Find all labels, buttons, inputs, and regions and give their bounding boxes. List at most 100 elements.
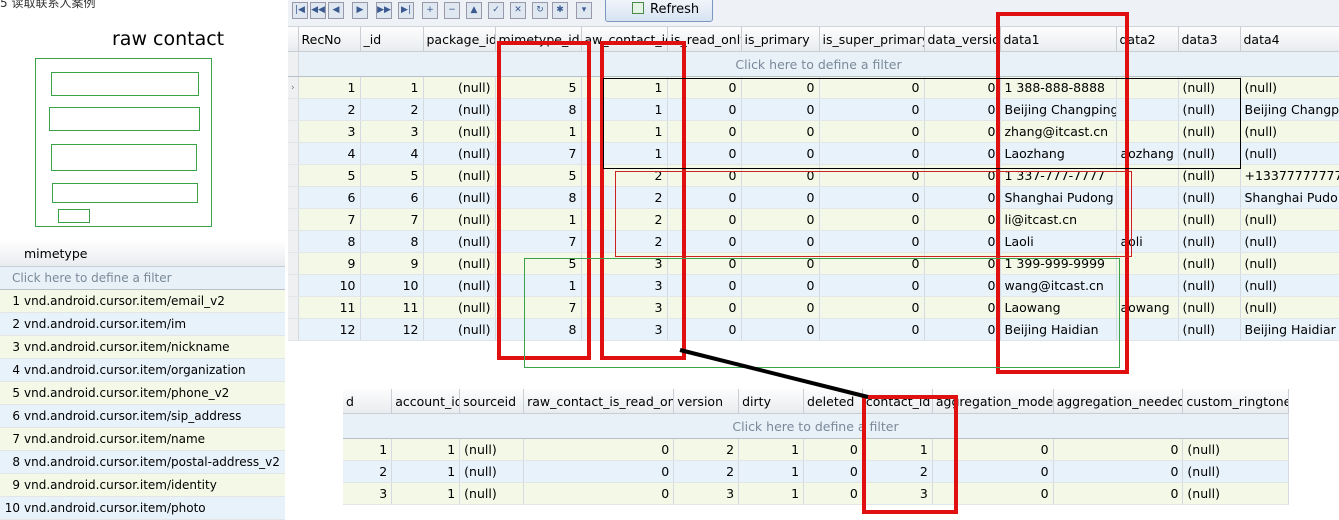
cell--id[interactable]: 7 xyxy=(360,208,424,231)
cell-data1[interactable]: Laozhang xyxy=(1000,142,1117,165)
column-header-version[interactable]: version xyxy=(673,389,740,414)
filter-row[interactable]: Click here to define a filter xyxy=(288,51,1339,77)
cell-data2[interactable] xyxy=(1116,252,1179,275)
cell-is-primary[interactable]: 0 xyxy=(741,98,820,121)
insert-record-icon[interactable]: + xyxy=(422,2,438,19)
cell-is-super-primary[interactable]: 0 xyxy=(819,318,925,341)
cell-data1[interactable]: 1 399-999-9999 xyxy=(1000,252,1117,275)
cell-RecNo[interactable]: 2 xyxy=(298,98,361,121)
cell-mimetype-id[interactable]: 5 xyxy=(495,252,582,275)
cell-is-super-primary[interactable]: 0 xyxy=(819,208,925,231)
cell-data2[interactable] xyxy=(1116,120,1179,143)
cell--id[interactable]: 1 xyxy=(360,76,424,99)
cell-is-read-only[interactable]: 0 xyxy=(667,164,742,187)
cell-raw-contact-is-read-only[interactable]: 0 xyxy=(523,460,675,483)
list-item[interactable]: 5 vnd.android.cursor.item/phone_v2 xyxy=(0,382,285,405)
cell-mimetype-id[interactable]: 1 xyxy=(495,120,582,143)
cell-aw-contact-id[interactable]: 1 xyxy=(581,76,668,99)
list-item[interactable]: 8 vnd.android.cursor.item/postal-address_… xyxy=(0,451,285,474)
cell-is-super-primary[interactable]: 0 xyxy=(819,76,925,99)
cell-data4[interactable]: (null) xyxy=(1240,142,1339,165)
cell-RecNo[interactable]: 5 xyxy=(298,164,361,187)
mimetype-filter-row[interactable]: Click here to define a filter xyxy=(0,267,285,290)
cell-aw-contact-id[interactable]: 2 xyxy=(581,208,668,231)
column-header-contact-id[interactable]: contact_id xyxy=(862,389,933,414)
column-header-aw-contact-id[interactable]: aw_contact_id xyxy=(581,27,668,52)
cell-is-super-primary[interactable]: 0 xyxy=(819,296,925,319)
cell-data3[interactable]: (null) xyxy=(1178,98,1241,121)
cell--id[interactable]: 12 xyxy=(360,318,424,341)
cell-RecNo[interactable]: 8 xyxy=(298,230,361,253)
cell-dirty[interactable]: 1 xyxy=(738,438,805,461)
cell-deleted[interactable]: 0 xyxy=(803,482,863,505)
cell-version[interactable]: 3 xyxy=(673,482,740,505)
cell-data4[interactable]: Beijing Changp xyxy=(1240,98,1339,121)
cell-d[interactable]: 3 xyxy=(343,482,393,505)
cell-data1[interactable]: 1 388-888-8888 xyxy=(1000,76,1117,99)
filter-cell[interactable]: Click here to define a filter xyxy=(343,413,1289,439)
cell--id[interactable]: 9 xyxy=(360,252,424,275)
cell-custom-ringtone[interactable]: (null) xyxy=(1182,482,1289,505)
cell-data-version[interactable]: 0 xyxy=(924,76,1001,99)
column-header-data2[interactable]: data2 xyxy=(1116,27,1179,52)
cell-data4[interactable]: (null) xyxy=(1240,76,1339,99)
cell-data1[interactable]: wang@itcast.cn xyxy=(1000,274,1117,297)
table-row[interactable]: 7 7 (null) 1 2 0 0 0 0 li@itcast.cn (null) (null) xyxy=(288,208,1339,231)
cell-is-super-primary[interactable]: 0 xyxy=(819,186,925,209)
column-header-data1[interactable]: data1 xyxy=(1000,27,1117,52)
list-item[interactable]: 10 vnd.android.cursor.item/photo xyxy=(0,497,285,520)
cell--id[interactable]: 8 xyxy=(360,230,424,253)
table-row[interactable]: 12 12 (null) 8 3 0 0 0 0 Beijing Haidian (null) Bei… xyxy=(288,318,1339,341)
filter-icon[interactable]: ▾ xyxy=(576,2,592,19)
cell-data4[interactable]: (null) xyxy=(1240,252,1339,275)
cell-account-id[interactable]: 1 xyxy=(391,438,461,461)
cell-data2[interactable]: aoli xyxy=(1116,230,1179,253)
cell-aw-contact-id[interactable]: 3 xyxy=(581,296,668,319)
first-record-icon[interactable]: |◀ xyxy=(292,2,308,19)
cell-data-version[interactable]: 0 xyxy=(924,98,1001,121)
table-row[interactable]: 8 8 (null) 7 2 0 0 0 0 Laoli aoli (null) (null) xyxy=(288,230,1339,253)
cell-is-primary[interactable]: 0 xyxy=(741,230,820,253)
column-header-sourceid[interactable]: sourceid xyxy=(459,389,525,414)
cell-data4[interactable]: Shanghai Pudo xyxy=(1240,186,1339,209)
cell-account-id[interactable]: 1 xyxy=(391,482,461,505)
cell-data1[interactable]: Laowang xyxy=(1000,296,1117,319)
cell-aw-contact-id[interactable]: 2 xyxy=(581,164,668,187)
cell-d[interactable]: 1 xyxy=(343,438,393,461)
cell-version[interactable]: 2 xyxy=(673,460,740,483)
cell-is-super-primary[interactable]: 0 xyxy=(819,252,925,275)
cell-mimetype-id[interactable]: 8 xyxy=(495,98,582,121)
cell-is-read-only[interactable]: 0 xyxy=(667,76,742,99)
cell-data2[interactable] xyxy=(1116,274,1179,297)
column-header-RecNo[interactable]: RecNo xyxy=(298,27,361,52)
cell-account-id[interactable]: 1 xyxy=(391,460,461,483)
cell-data2[interactable]: aozhang xyxy=(1116,142,1179,165)
cell-is-read-only[interactable]: 0 xyxy=(667,142,742,165)
column-header-account-id[interactable]: account_id xyxy=(391,389,461,414)
cell-is-super-primary[interactable]: 0 xyxy=(819,98,925,121)
cell-aggregation-needed[interactable]: 0 xyxy=(1053,482,1184,505)
cell-data-version[interactable]: 0 xyxy=(924,318,1001,341)
list-item[interactable]: 7 vnd.android.cursor.item/name xyxy=(0,428,285,451)
cell-package-id[interactable]: (null) xyxy=(423,120,496,143)
column-header-data-version[interactable]: data_version xyxy=(924,27,1001,52)
delete-record-icon[interactable]: − xyxy=(444,2,460,19)
column-header-is-primary[interactable]: is_primary xyxy=(741,27,820,52)
cell-aw-contact-id[interactable]: 3 xyxy=(581,252,668,275)
mimetype-grid[interactable]: mimetype Click here to define a filter 1… xyxy=(0,242,285,520)
list-item[interactable]: 6 vnd.android.cursor.item/sip_address xyxy=(0,405,285,428)
cell--id[interactable]: 10 xyxy=(360,274,424,297)
cell-data3[interactable]: (null) xyxy=(1178,76,1241,99)
cell-is-read-only[interactable]: 0 xyxy=(667,252,742,275)
cell-contact-id[interactable]: 2 xyxy=(862,460,933,483)
cell-is-primary[interactable]: 0 xyxy=(741,120,820,143)
cell--id[interactable]: 11 xyxy=(360,296,424,319)
cell-is-primary[interactable]: 0 xyxy=(741,296,820,319)
prev-record-icon[interactable]: ◀ xyxy=(328,2,344,19)
cell-contact-id[interactable]: 1 xyxy=(862,438,933,461)
cell-package-id[interactable]: (null) xyxy=(423,230,496,253)
cell-mimetype-id[interactable]: 5 xyxy=(495,164,582,187)
table-row[interactable]: 10 10 (null) 1 3 0 0 0 0 wang@itcast.cn (null) (nul… xyxy=(288,274,1339,297)
cell-data1[interactable]: Laoli xyxy=(1000,230,1117,253)
cell-data2[interactable]: aowang xyxy=(1116,296,1179,319)
